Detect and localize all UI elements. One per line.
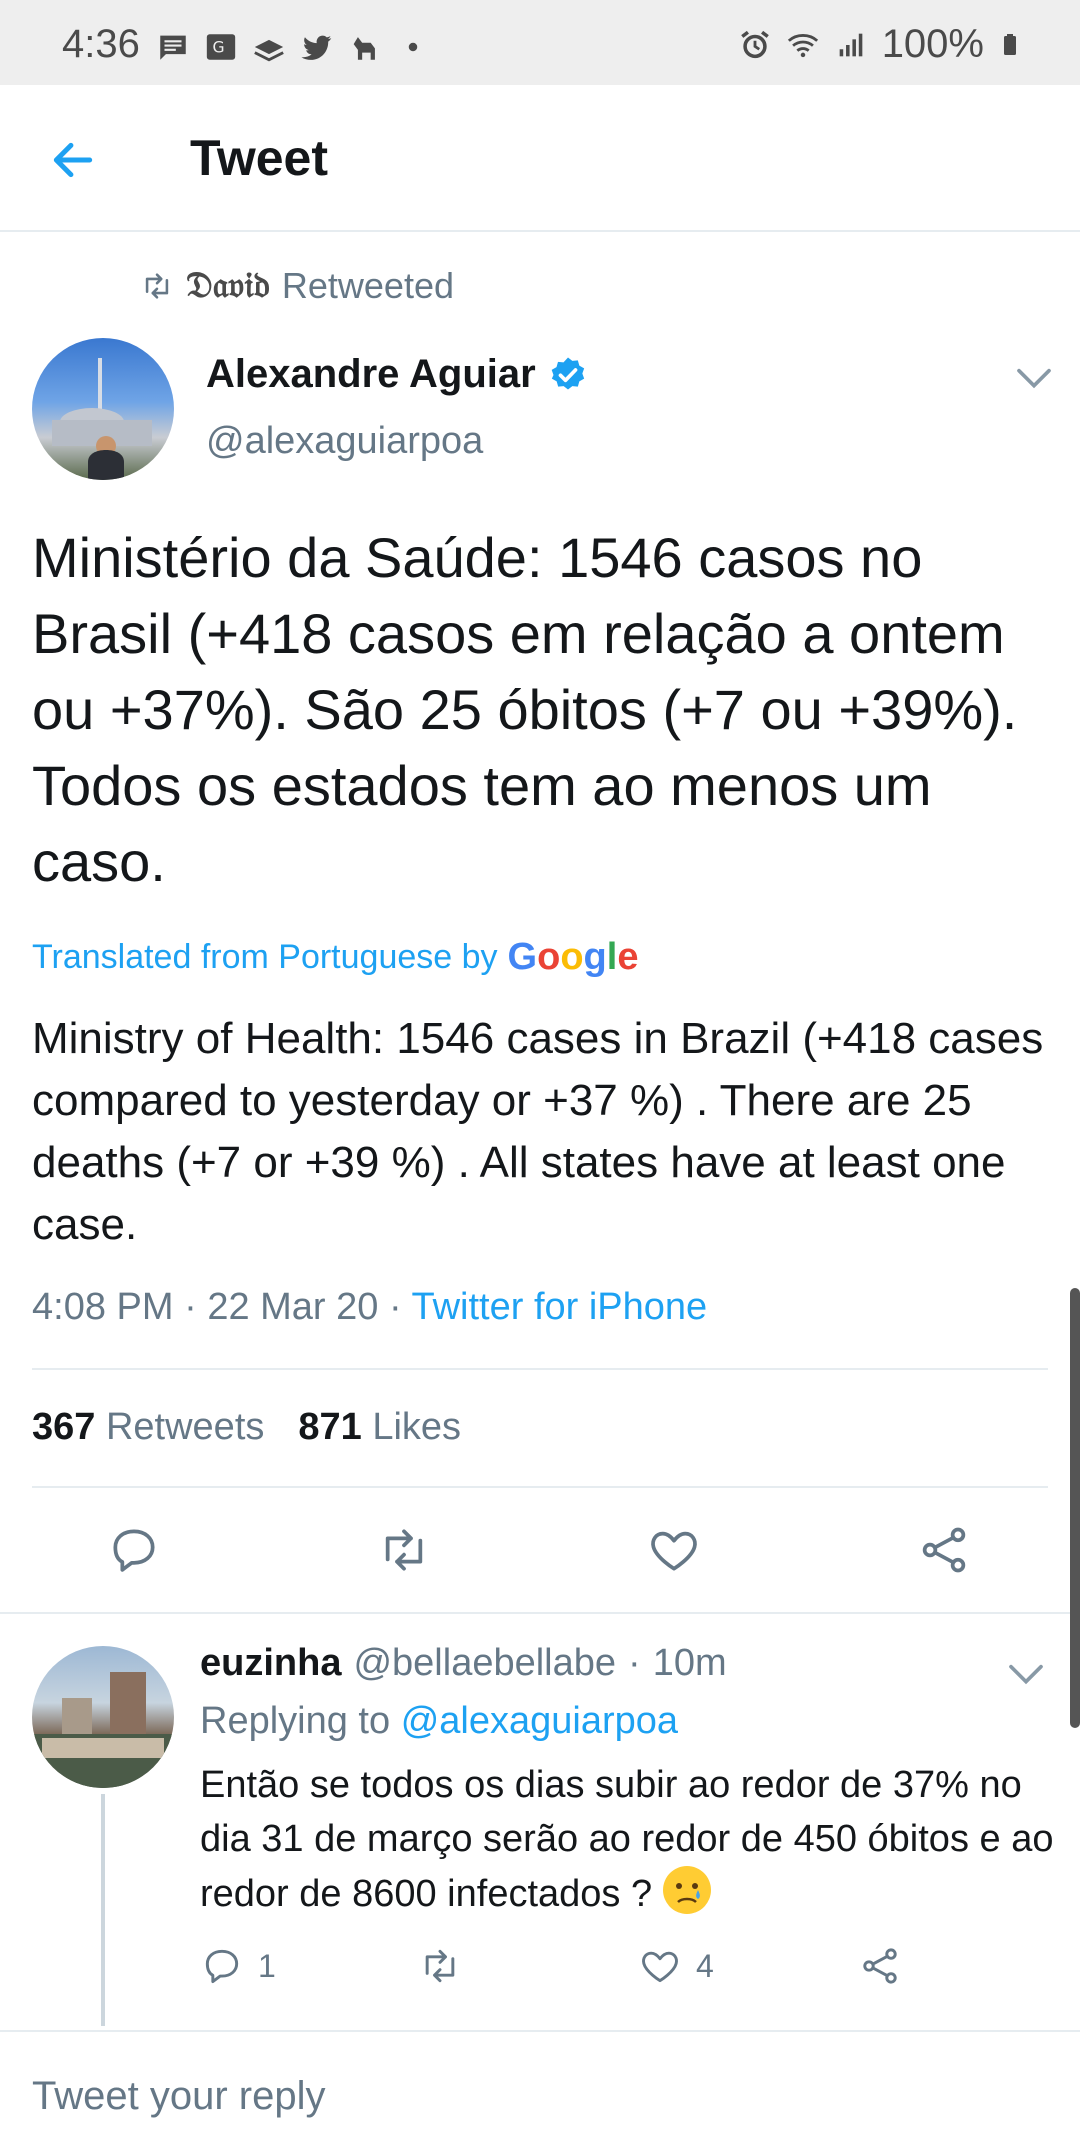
status-bar: 4:36 G 100% <box>0 0 1080 85</box>
tweet-time: 4:08 PM <box>32 1286 174 1328</box>
dog-icon <box>353 37 375 60</box>
twitter-bird-icon <box>301 35 332 60</box>
crying-face-emoji-icon <box>662 1866 711 1914</box>
retweet-icon <box>425 1949 455 1983</box>
compose-reply-input[interactable]: Tweet your reply <box>32 2074 325 2119</box>
reply-text-block: Então se todos os dias subir ao redor de… <box>200 1758 1060 1921</box>
divider <box>32 1368 1048 1370</box>
reply-time: 10m <box>652 1642 727 1684</box>
share-icon <box>863 1948 897 1984</box>
author-name[interactable]: Alexandre Aguiar <box>206 352 588 397</box>
cell-signal-icon <box>839 33 863 56</box>
avatar-photo <box>52 358 152 480</box>
reply-author-handle[interactable]: @bellaebellabe <box>353 1642 616 1685</box>
like-heart-icon[interactable] <box>646 1522 702 1578</box>
svg-text:G: G <box>213 39 225 57</box>
page-title: Tweet <box>190 130 328 186</box>
status-time: 4:36 <box>62 22 140 66</box>
reply-retweet-button[interactable] <box>418 1944 462 1988</box>
divider <box>0 1612 1080 1614</box>
replying-to-handle[interactable]: @alexaguiarpoa <box>401 1700 678 1742</box>
reply-like-button[interactable]: 4 <box>638 1944 714 1988</box>
tweet-text: Ministério da Saúde: 1546 casos no Brasi… <box>32 526 1018 893</box>
author-avatar[interactable] <box>32 338 174 480</box>
app-header: Tweet <box>0 85 1080 232</box>
reply-reply-button[interactable]: 1 <box>200 1944 276 1988</box>
back-arrow-icon[interactable] <box>48 135 98 185</box>
retweeter-name: 𝔇𝔞𝔳𝔦𝔡 <box>186 264 270 306</box>
tweet-stats: 367 Retweets 871 Likes <box>32 1406 461 1449</box>
message-icon <box>160 35 186 60</box>
reply-avatar[interactable] <box>32 1646 174 1788</box>
dot-icon <box>408 42 418 52</box>
translated-label: Translated from Portuguese by <box>32 938 498 976</box>
compose-reply-bar[interactable]: Tweet your reply <box>0 2030 1080 2144</box>
chevron-down-icon[interactable] <box>1006 1660 1046 1690</box>
retweet-icon[interactable] <box>376 1522 432 1578</box>
retweet-context[interactable]: 𝔇𝔞𝔳𝔦𝔡 Retweeted <box>140 264 454 307</box>
translation-attribution: Translated from Portuguese by Google <box>32 936 638 979</box>
reply-share-button[interactable] <box>858 1944 902 1988</box>
tweet-date: 22 Mar 20 <box>207 1286 379 1328</box>
retweets-stat[interactable]: 367 Retweets <box>32 1406 264 1449</box>
battery-percent: 100% <box>881 22 984 66</box>
tweet-meta: 4:08 PM · 22 Mar 20 · Twitter for iPhone <box>32 1286 708 1328</box>
signal-stack-icon <box>254 39 284 62</box>
reply-text: Então se todos os dias subir ao redor de… <box>200 1764 1054 1915</box>
chevron-down-icon[interactable] <box>1014 364 1054 394</box>
verified-badge-icon <box>551 357 584 389</box>
replying-to: Replying to @alexaguiarpoa <box>200 1700 679 1742</box>
reply-count: 1 <box>258 1947 276 1984</box>
reply-action-bar: 1 4 <box>0 1944 1080 1994</box>
scrollbar[interactable] <box>1070 1288 1080 1728</box>
retweeted-label: Retweeted <box>281 264 454 306</box>
status-icons-left: G <box>156 30 430 64</box>
reply-author-name[interactable]: euzinha <box>200 1642 341 1685</box>
wifi-icon <box>787 33 818 57</box>
google-logo: Google <box>507 936 639 978</box>
like-count: 4 <box>696 1947 714 1984</box>
reply-header: euzinha @bellaebellabe · 10m <box>200 1642 727 1685</box>
status-icons-right: 100% <box>738 22 1022 67</box>
reply-icon <box>205 1949 239 1984</box>
tweet-source-link[interactable]: Twitter for iPhone <box>412 1286 708 1328</box>
likes-stat[interactable]: 871 Likes <box>298 1406 461 1449</box>
avatar-photo <box>32 1672 174 1788</box>
share-icon[interactable] <box>916 1522 972 1578</box>
battery-icon <box>1004 33 1016 55</box>
translation-text: Ministry of Health: 1546 cases in Brazil… <box>32 1014 1044 1249</box>
tweet-action-bar <box>0 1522 1080 1582</box>
like-heart-icon <box>642 1951 678 1983</box>
retweet-icon <box>145 272 169 299</box>
translate-icon: G <box>206 34 236 60</box>
alarm-icon <box>740 30 769 58</box>
reply-icon[interactable] <box>106 1522 162 1578</box>
author-handle[interactable]: @alexaguiarpoa <box>206 420 483 463</box>
divider <box>32 1486 1048 1488</box>
author-name-text: Alexandre Aguiar <box>206 352 536 396</box>
